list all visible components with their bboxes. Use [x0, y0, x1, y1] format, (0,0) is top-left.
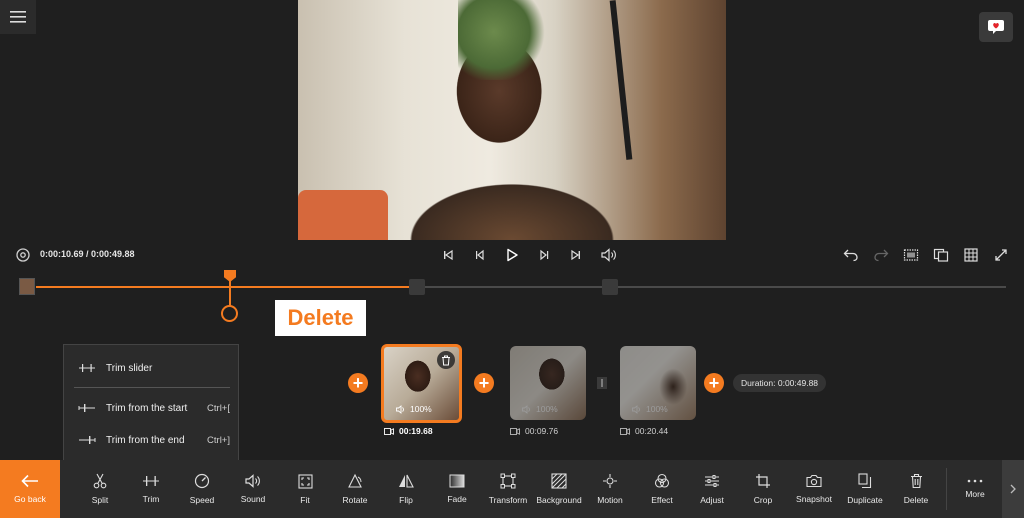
- delete-button[interactable]: Delete: [901, 460, 931, 518]
- aspect-ratio-icon[interactable]: [900, 245, 922, 265]
- flip-button[interactable]: Flip: [394, 460, 418, 518]
- more-dots-icon: [967, 479, 983, 483]
- trim-item-label: Trim slider: [106, 362, 153, 374]
- fade-button[interactable]: Fade: [444, 460, 470, 518]
- more-button[interactable]: More: [962, 460, 988, 518]
- clip-duration: 00:19.68: [384, 426, 433, 436]
- timecode: 0:00:10.69 / 0:00:49.88: [40, 249, 135, 259]
- trim-icon: [143, 476, 159, 486]
- adjust-button[interactable]: Adjust: [698, 460, 726, 518]
- chevron-right-icon[interactable]: [1002, 460, 1024, 518]
- delete-callout: Delete: [275, 300, 366, 336]
- grid-icon[interactable]: [960, 245, 982, 265]
- menu-divider: [74, 387, 230, 388]
- go-back-button[interactable]: Go back: [0, 460, 60, 518]
- sound-icon: [245, 474, 260, 488]
- video-editor: 0:00:10.69 / 0:00:49.88 Delete Trim slid…: [0, 0, 1024, 518]
- sound-button[interactable]: Sound: [239, 460, 267, 518]
- trim-start-icon: [78, 403, 96, 413]
- transform-icon: [500, 473, 516, 489]
- clip-thumbnail-3[interactable]: 100%: [620, 346, 696, 420]
- trim-item-shortcut: Ctrl+[: [207, 402, 230, 414]
- trim-slider-item[interactable]: Trim slider: [64, 353, 240, 383]
- trash-icon[interactable]: [437, 351, 455, 369]
- transform-button[interactable]: Transform: [487, 460, 529, 518]
- add-clip-button[interactable]: +: [704, 373, 724, 393]
- trim-button[interactable]: Trim: [138, 460, 164, 518]
- fit-icon: [297, 473, 313, 489]
- trim-from-start-item[interactable]: Trim from the start Ctrl+[: [64, 393, 240, 423]
- duplicate-button[interactable]: Duplicate: [845, 460, 885, 518]
- clip-duration: 00:20.44: [620, 426, 668, 436]
- motion-button[interactable]: Motion: [594, 460, 626, 518]
- trim-from-end-item[interactable]: Trim from the end Ctrl+]: [64, 425, 240, 455]
- playhead-line: [229, 280, 231, 308]
- menu-icon[interactable]: [0, 0, 36, 34]
- video-preview: [298, 0, 726, 240]
- effect-icon: [654, 473, 670, 488]
- fade-icon: [449, 474, 465, 488]
- clip-volume: 100%: [396, 404, 432, 414]
- effect-button[interactable]: Effect: [648, 460, 676, 518]
- clip-volume: 100%: [632, 404, 668, 414]
- snapshot-button[interactable]: Snapshot: [795, 460, 833, 518]
- clip-boundary-marker[interactable]: [409, 279, 425, 295]
- fullscreen-icon[interactable]: [990, 245, 1012, 265]
- clip-boundary-marker[interactable]: [602, 279, 618, 295]
- skip-to-start-icon[interactable]: [437, 245, 459, 265]
- copy-frame-icon[interactable]: [930, 245, 952, 265]
- playback-bar: [0, 240, 1024, 270]
- scissors-icon: [93, 473, 107, 489]
- clip-duration: 00:09.76: [510, 426, 558, 436]
- clip-thumbnail-1[interactable]: 100%: [381, 344, 462, 423]
- timeline-progress: [36, 286, 417, 288]
- play-icon[interactable]: [501, 245, 523, 265]
- clip-volume: 100%: [522, 404, 558, 414]
- speedometer-icon: [194, 473, 210, 489]
- trim-slider-icon: [78, 363, 96, 373]
- trim-item-label: Trim from the end: [106, 434, 185, 446]
- motion-icon: [603, 474, 617, 488]
- trim-menu: Trim slider Trim from the start Ctrl+[ T…: [63, 344, 239, 463]
- camera-icon: [806, 474, 822, 488]
- toolbar-divider: [946, 468, 947, 510]
- volume-icon[interactable]: [598, 245, 620, 265]
- settings-gear-icon[interactable]: [12, 245, 34, 265]
- background-button[interactable]: Background: [534, 460, 584, 518]
- clip-thumbnail-2[interactable]: 100%: [510, 346, 586, 420]
- duplicate-icon: [858, 473, 872, 489]
- feedback-heart-icon[interactable]: [979, 12, 1013, 42]
- playhead-handle[interactable]: [221, 305, 238, 322]
- trim-item-label: Trim from the start: [106, 402, 188, 414]
- background-icon: [551, 473, 567, 489]
- add-clip-button[interactable]: +: [348, 373, 368, 393]
- crop-button[interactable]: Crop: [751, 460, 775, 518]
- add-clip-button[interactable]: +: [474, 373, 494, 393]
- fit-button[interactable]: Fit: [294, 460, 316, 518]
- rotate-icon: [348, 473, 362, 488]
- arrow-left-icon: [21, 474, 38, 488]
- split-button[interactable]: Split: [88, 460, 112, 518]
- crop-icon: [756, 474, 770, 488]
- trim-end-icon: [78, 435, 96, 445]
- trash-icon: [910, 473, 922, 489]
- trim-item-shortcut: Ctrl+]: [207, 434, 230, 446]
- skip-to-end-icon[interactable]: [565, 245, 587, 265]
- next-frame-icon[interactable]: [534, 245, 556, 265]
- timeline-thumbnail: [19, 278, 35, 295]
- sliders-icon: [705, 475, 719, 487]
- total-duration: Duration: 0:00:49.88: [733, 374, 827, 392]
- undo-icon[interactable]: [840, 245, 862, 265]
- previous-frame-icon[interactable]: [468, 245, 490, 265]
- speed-button[interactable]: Speed: [188, 460, 216, 518]
- redo-icon[interactable]: [870, 245, 892, 265]
- flip-icon: [399, 474, 414, 488]
- transition-marker[interactable]: [597, 377, 607, 389]
- rotate-button[interactable]: Rotate: [340, 460, 370, 518]
